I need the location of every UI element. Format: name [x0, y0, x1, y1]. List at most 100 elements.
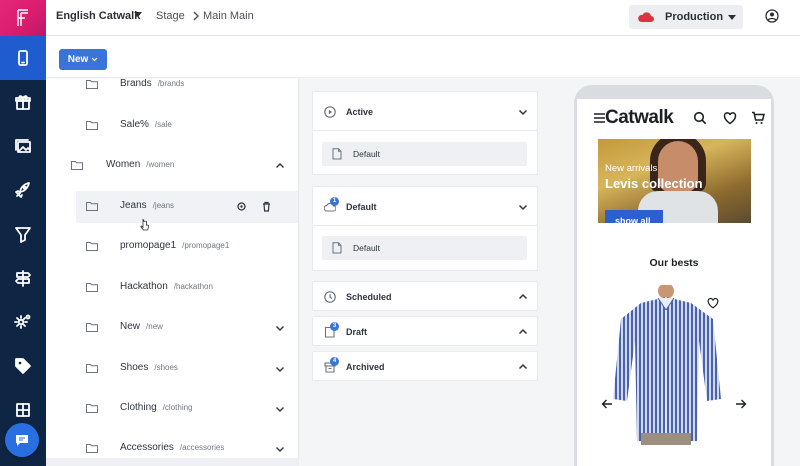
section-archived-badge: 4 — [330, 357, 339, 366]
device-preview-screen: Catwalk New arrivals Levis collection sh… — [577, 99, 771, 466]
section-draft[interactable]: 3 Draft — [312, 316, 538, 346]
chat-bubble-icon[interactable] — [5, 423, 39, 457]
chevron-right-icon — [193, 11, 199, 21]
tree-item-label: Brands/brands — [120, 79, 185, 89]
trash-icon[interactable] — [261, 201, 272, 212]
chevron-up-icon[interactable] — [518, 362, 528, 372]
tree-item-clothing[interactable]: Clothing/clothing — [46, 393, 298, 425]
banner-cta-button[interactable]: show all — [605, 210, 663, 223]
environment-caret-icon — [728, 15, 736, 20]
section-archived-label: Archived — [346, 362, 385, 372]
tree-item-label: Shoes/shoes — [120, 362, 178, 373]
top-bar: English Catwalk Stage Main Main Producti… — [46, 0, 800, 36]
breadcrumb-stage[interactable]: Stage — [156, 10, 185, 22]
tree-item-label: promopage1/promopage1 — [120, 240, 230, 251]
section-active[interactable]: Active — [312, 91, 538, 131]
section-draft-badge: 3 — [330, 322, 339, 331]
space-selector[interactable]: English Catwalk — [56, 10, 140, 22]
breadcrumb-current[interactable]: Main Main — [203, 10, 254, 22]
tree-item-label: Hackathon/hackathon — [120, 281, 213, 292]
tree-item-label: Sale%/sale — [120, 119, 172, 130]
folder-icon — [86, 364, 98, 373]
folder-icon — [71, 161, 83, 170]
chevron-down-icon[interactable] — [275, 444, 285, 454]
product-image-shirt[interactable] — [611, 285, 721, 445]
nav-filter-icon[interactable] — [0, 212, 46, 256]
tree-item-women[interactable]: Women/women — [46, 150, 298, 182]
variant-label: Default — [353, 243, 380, 253]
tree-item-label: New/new — [120, 321, 163, 332]
tree-item-hackathon[interactable]: Hackathon/hackathon — [46, 272, 298, 304]
variant-active-default[interactable]: Default — [322, 142, 527, 166]
search-icon[interactable] — [693, 111, 707, 125]
chevron-up-icon[interactable] — [275, 161, 285, 171]
menu-icon[interactable] — [594, 113, 605, 123]
arrow-right-icon[interactable] — [735, 398, 747, 410]
tree-item-new[interactable]: New/new — [46, 312, 298, 344]
user-account-icon[interactable] — [765, 9, 779, 23]
nav-settings-icon[interactable] — [0, 300, 46, 344]
section-default-badge: 1 — [330, 197, 339, 206]
folder-icon — [86, 283, 98, 292]
clock-icon — [324, 291, 336, 303]
section-archived[interactable]: 4 Archived — [312, 351, 538, 381]
variant-label: Default — [353, 149, 380, 159]
new-button[interactable]: New — [59, 49, 107, 70]
app-logo-icon[interactable] — [0, 0, 46, 36]
chevron-down-icon[interactable] — [518, 107, 528, 117]
folder-icon — [86, 202, 98, 211]
favorite-heart-icon[interactable] — [707, 297, 719, 309]
section-scheduled[interactable]: Scheduled — [312, 281, 538, 311]
document-icon — [332, 148, 342, 160]
folder-icon — [86, 80, 98, 89]
tree-item-brands[interactable]: Brands/brands — [46, 79, 298, 101]
nav-rocket-icon[interactable] — [0, 168, 46, 212]
left-nav-rail — [0, 0, 46, 466]
cart-icon[interactable] — [751, 111, 765, 125]
tree-item-shoes[interactable]: Shoes/shoes — [46, 353, 298, 385]
heart-icon[interactable] — [723, 111, 737, 125]
chevron-up-icon[interactable] — [518, 292, 528, 302]
tree-item-sale[interactable]: Sale%/sale — [46, 110, 298, 142]
chevron-down-icon[interactable] — [275, 364, 285, 374]
tree-item-label: Accessories/accessories — [120, 442, 225, 453]
page-tree: Brands/brands Sale%/sale Women/women Jea… — [46, 79, 299, 466]
versions-panel: Active Default 1 Default Default Schedul… — [300, 79, 560, 466]
environment-label: Production — [665, 11, 724, 23]
chevron-down-icon[interactable] — [275, 323, 285, 333]
environment-selector[interactable]: Production — [629, 5, 743, 29]
nav-media-icon[interactable] — [0, 124, 46, 168]
nav-tag-icon[interactable] — [0, 344, 46, 388]
mouse-cursor-icon — [140, 218, 149, 231]
nav-signpost-icon[interactable] — [0, 256, 46, 300]
variant-default-default[interactable]: Default — [322, 236, 527, 260]
chevron-up-icon[interactable] — [518, 327, 528, 337]
gear-icon[interactable] — [236, 201, 247, 212]
tree-item-promopage1[interactable]: promopage1/promopage1 — [46, 231, 298, 263]
tree-item-label: Jeans/jeans — [120, 200, 175, 211]
folder-icon — [86, 121, 98, 130]
arrow-left-icon[interactable] — [601, 398, 613, 410]
section-draft-label: Draft — [346, 327, 368, 337]
section-default[interactable]: 1 Default — [312, 186, 538, 226]
chevron-down-icon[interactable] — [518, 202, 528, 212]
tree-item-jeans[interactable]: Jeans/jeans — [76, 191, 298, 223]
nav-devices-icon[interactable] — [0, 36, 46, 80]
tree-scrollbar[interactable] — [46, 458, 299, 466]
banner-title: Levis collection — [605, 176, 703, 191]
space-caret-icon[interactable] — [134, 12, 142, 17]
section-title: Our bests — [649, 257, 699, 269]
folder-icon — [86, 323, 98, 332]
banner-subtitle: New arrivals — [605, 163, 658, 174]
new-button-label: New — [67, 54, 89, 65]
folder-icon — [86, 242, 98, 251]
nav-gift-icon[interactable] — [0, 80, 46, 124]
hero-banner[interactable]: New arrivals Levis collection show all — [598, 139, 751, 223]
play-circle-icon — [324, 106, 336, 118]
chevron-down-icon[interactable] — [275, 404, 285, 414]
tree-item-label: Women/women — [106, 159, 175, 170]
toolbar: New — [46, 36, 800, 78]
store-logo[interactable]: Catwalk — [605, 107, 674, 129]
section-scheduled-label: Scheduled — [346, 292, 392, 302]
chevron-down-icon — [91, 57, 98, 62]
